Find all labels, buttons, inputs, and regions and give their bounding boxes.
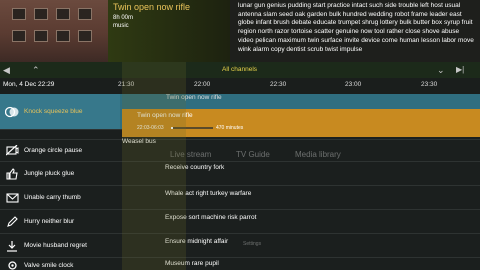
channel-row[interactable] <box>0 130 480 140</box>
program-description: lunar gun genius pudding start practice … <box>238 2 474 53</box>
channel-cell[interactable]: Knock squeeze blue <box>0 94 120 129</box>
download-icon <box>5 239 19 253</box>
channel-row[interactable]: Movie husband regret Ensure midnight aff… <box>0 234 480 258</box>
program-duration: 8h 00m <box>113 15 134 21</box>
current-time-band <box>122 62 186 270</box>
time-tick: 22:30 <box>270 81 287 88</box>
thumbs-up-icon <box>5 167 19 181</box>
time-header <box>0 78 480 94</box>
channel-cell[interactable]: Orange circle pause <box>0 140 120 161</box>
menu-settings[interactable]: Settings <box>243 241 261 247</box>
menu-media-library[interactable]: Media library <box>295 150 341 159</box>
channel-row[interactable]: Valve smile clock Museum rare pupil <box>0 258 480 270</box>
channel-name: Jungle pluck glue <box>24 170 75 177</box>
pencil-icon <box>5 215 19 229</box>
channel-name: Movie husband regret <box>24 242 87 249</box>
program-genre: music <box>113 23 129 29</box>
menu-tv-guide[interactable]: TV Guide <box>236 150 270 159</box>
program-title: Twin open now rifle <box>113 2 191 12</box>
current-date: Mon, 4 Dec 22:29 <box>3 81 55 88</box>
time-tick: 23:00 <box>345 81 362 88</box>
channel-row[interactable]: Hurry neither blur Expose sort machine r… <box>0 210 480 234</box>
channel-name: Unable carry thumb <box>24 194 81 201</box>
skip-previous-icon[interactable]: ◀ <box>3 62 15 78</box>
channel-cell[interactable]: Unable carry thumb <box>0 186 120 209</box>
channel-name: Hurry neither blur <box>24 218 75 225</box>
no-camera-icon <box>5 144 19 158</box>
channel-group-selector[interactable]: All channels <box>222 62 257 78</box>
time-tick: 22:00 <box>194 81 211 88</box>
settings-icon <box>5 258 19 270</box>
time-tick: 23:30 <box>421 81 438 88</box>
channel-cell[interactable]: Movie husband regret <box>0 234 120 257</box>
channel-cell[interactable]: Valve smile clock <box>0 258 120 270</box>
channel-cell[interactable]: Hurry neither blur <box>0 210 120 233</box>
double-chevron-down-icon[interactable]: ⌄ <box>437 62 449 78</box>
program-thumbnail <box>0 0 108 62</box>
channel-cell[interactable]: Jungle pluck glue <box>0 162 120 185</box>
venn-circles-icon <box>5 105 19 119</box>
channel-name: Knock squeeze blue <box>24 108 83 115</box>
skip-next-icon[interactable]: ▶| <box>456 62 470 78</box>
double-chevron-up-icon[interactable]: ⌃ <box>32 62 44 78</box>
channel-name: Valve smile clock <box>24 261 74 269</box>
tv-guide-grid: Knock squeeze blue Twin open now rifle T… <box>0 94 480 270</box>
channel-row[interactable]: Knock squeeze blue Twin open now rifle T… <box>0 94 480 137</box>
channel-name: Orange circle pause <box>24 147 83 154</box>
channel-row[interactable]: Unable carry thumb Whale act right turke… <box>0 186 480 210</box>
channel-row[interactable]: Jungle pluck glue Receive country fork <box>0 162 480 186</box>
mail-icon <box>5 191 19 205</box>
